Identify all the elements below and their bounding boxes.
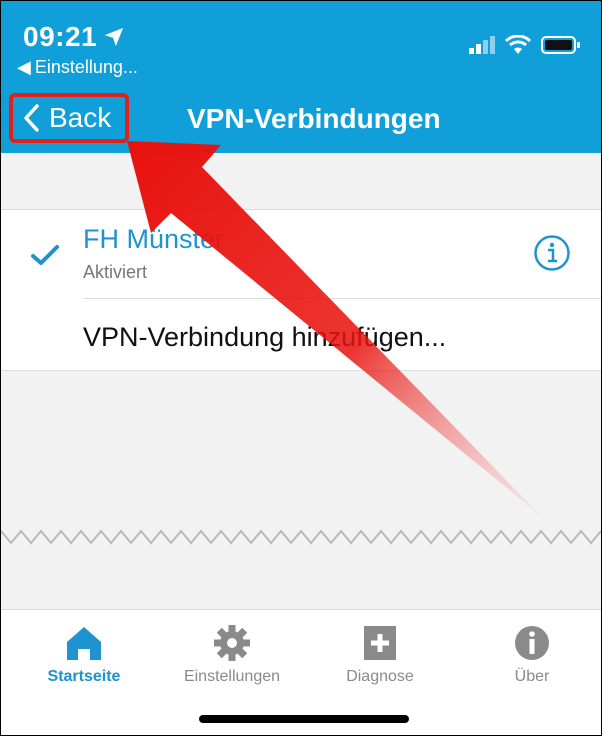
cut-off-zigzag-divider [1, 529, 601, 545]
tab-label: Startseite [47, 668, 121, 685]
home-icon [67, 627, 101, 660]
tab-diagnose[interactable]: Diagnose [305, 624, 455, 686]
navigation-bar: Back VPN-Verbindungen [1, 89, 601, 153]
page-title: VPN-Verbindungen [187, 103, 441, 134]
status-icons [469, 35, 581, 55]
back-button[interactable]: Back [9, 93, 129, 143]
add-vpn-connection-item[interactable]: VPN-Verbindung hinzufügen... [83, 322, 446, 353]
status-time: 09:21 [23, 21, 125, 53]
plus-square-icon [364, 626, 396, 660]
info-icon [515, 626, 549, 660]
tab-startseite[interactable]: Startseite [9, 624, 159, 686]
vpn-list: FH Münster Aktiviert VPN-Verbindung hinz… [1, 209, 601, 371]
back-triangle-icon: ◀ [17, 57, 31, 77]
return-to-app-link[interactable]: ◀ Einstellung... [17, 57, 138, 78]
location-arrow-icon [104, 27, 124, 47]
chevron-left-icon [24, 104, 39, 132]
vpn-connection-row[interactable]: FH Münster Aktiviert [1, 210, 601, 298]
home-indicator [199, 715, 409, 723]
checkmark-icon [31, 245, 59, 265]
battery-icon [541, 36, 580, 54]
time-text: 09:21 [23, 21, 98, 52]
info-icon[interactable] [533, 234, 571, 272]
header-bar: 09:21 ◀ Einstellung... Back VPN-Verbindu… [1, 1, 601, 153]
vpn-connection-status: Aktiviert [83, 262, 148, 282]
list-divider [83, 298, 601, 299]
tab-einstellungen[interactable]: Einstellungen [157, 624, 307, 686]
phone-screen: 09:21 ◀ Einstellung... Back VPN-Verbindu… [0, 0, 602, 736]
vpn-connection-name: FH Münster [83, 224, 225, 254]
wifi-icon [505, 35, 531, 54]
back-button-label: Back [49, 102, 112, 133]
main-content: FH Münster Aktiviert VPN-Verbindung hinz… [1, 153, 601, 609]
tab-label: Diagnose [346, 668, 414, 685]
tab-label: Über [514, 668, 550, 685]
gear-icon [214, 625, 250, 661]
signal-icon [469, 36, 495, 54]
tab-label: Einstellungen [183, 668, 281, 685]
tab-ueber[interactable]: Über [457, 624, 601, 686]
previous-app-label: Einstellung... [34, 57, 138, 77]
